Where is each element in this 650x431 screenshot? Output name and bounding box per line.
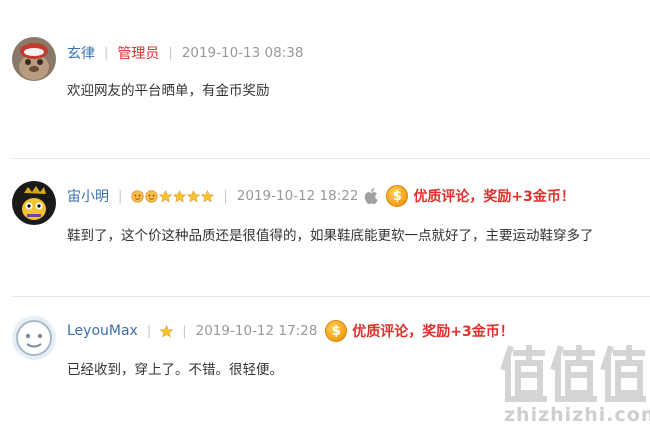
comment-text: 已经收到，穿上了。不错。很轻便。 (67, 362, 283, 378)
star-icon (173, 189, 187, 202)
avatar[interactable] (12, 37, 56, 81)
divider (12, 296, 650, 297)
role-badge: 管理员 (117, 46, 160, 62)
user-level-badges (131, 189, 215, 203)
timestamp: 2019-10-12 18:22 (236, 188, 359, 204)
separator: | (182, 323, 187, 339)
separator: | (118, 188, 123, 204)
star-icon (159, 189, 173, 202)
comment-meta: 宙小明 | | 2019-10-12 18:22 $ 优质评论，奖励+3金币！ (67, 185, 575, 207)
reward-text: 优质评论，奖励+3金币！ (352, 324, 514, 340)
watermark-text: zhizhizhi.com (504, 404, 650, 426)
separator: | (104, 45, 109, 61)
avatar[interactable] (12, 181, 56, 225)
separator: | (168, 45, 173, 61)
level-face-icon (145, 189, 159, 203)
star-icon (187, 189, 201, 202)
username[interactable]: 宙小明 (67, 186, 109, 206)
coin-icon: $ (386, 185, 409, 207)
reward-badge: $ 优质评论，奖励+3金币！ (325, 320, 514, 342)
level-face-icon (131, 189, 145, 203)
timestamp: 2019-10-12 17:28 (195, 323, 318, 339)
coin-icon: $ (325, 320, 348, 342)
separator: | (146, 323, 152, 339)
comment-meta: 玄律 | 管理员 | 2019-10-13 08:38 (67, 43, 303, 63)
watermark-logo (500, 345, 646, 402)
divider (12, 158, 650, 159)
avatar[interactable] (12, 316, 56, 360)
watermark: zhizhizhi.com (500, 345, 650, 431)
comment-text: 鞋到了，这个价这种品质还是很值得的，如果鞋底能更软一点就好了，主要运动鞋穿多了 (67, 228, 594, 244)
username[interactable]: LeyouMax (67, 323, 138, 339)
timestamp: 2019-10-13 08:38 (181, 45, 304, 61)
comment-text: 欢迎网友的平台晒单，有金币奖励 (67, 83, 270, 99)
star-icon (160, 324, 174, 337)
user-level-badges (160, 324, 174, 338)
username[interactable]: 玄律 (67, 43, 95, 63)
reward-text: 优质评论，奖励+3金币！ (413, 189, 575, 205)
star-icon (201, 189, 215, 202)
reward-badge: $ 优质评论，奖励+3金币！ (386, 185, 575, 207)
apple-icon (365, 188, 379, 204)
comment-meta: LeyouMax | | 2019-10-12 17:28 $ 优质评论，奖励+… (67, 320, 514, 342)
separator: | (223, 188, 228, 204)
